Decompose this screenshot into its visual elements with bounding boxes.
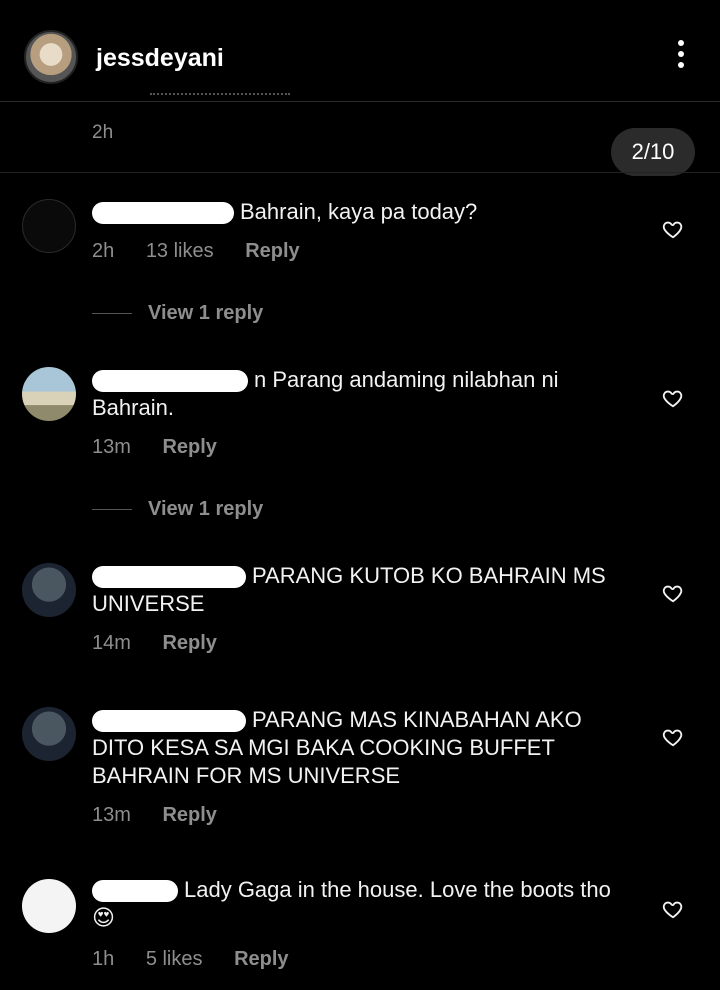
post-header: jessdeyani — [0, 0, 720, 102]
reply-button[interactable]: Reply — [162, 436, 216, 458]
commenter-avatar[interactable] — [22, 199, 76, 253]
comment-meta: 1h 5 likes Reply — [92, 948, 315, 971]
comment-meta: 14m Reply — [92, 632, 243, 655]
comment-text: Bahrain, kaya pa today? — [92, 198, 612, 226]
comment-text: PARANG MAS KINABAHAN AKO DITO KESA SA MG… — [92, 707, 582, 788]
comment-time: 13m — [92, 804, 131, 826]
heart-icon[interactable] — [662, 582, 684, 604]
comment-text: PARANG KUTOB KO BAHRAIN MS UNIVERSE — [92, 563, 606, 616]
heart-icon[interactable] — [662, 218, 684, 240]
redacted-username — [92, 202, 234, 225]
comment-likes[interactable]: 5 likes — [146, 948, 203, 970]
comment-time: 1h — [92, 948, 115, 970]
previous-comment-time: 2h — [92, 122, 114, 143]
heart-icon[interactable] — [662, 726, 684, 748]
comment-meta: 13m Reply — [92, 804, 243, 827]
comment-meta: 13m Reply — [92, 436, 243, 459]
previous-comment-fragment — [150, 93, 290, 97]
username[interactable]: jessdeyani — [96, 44, 224, 73]
reply-button[interactable]: Reply — [162, 804, 216, 826]
comment-time: 14m — [92, 632, 131, 654]
redacted-username — [92, 370, 248, 393]
view-replies-button[interactable]: View 1 reply — [92, 302, 263, 325]
profile-avatar[interactable] — [24, 30, 78, 84]
comment-likes[interactable]: 13 likes — [146, 240, 214, 262]
reply-button[interactable]: Reply — [162, 632, 216, 654]
redacted-username — [92, 566, 246, 589]
page-indicator-badge: 2/10 — [611, 128, 695, 176]
commenter-avatar[interactable] — [22, 563, 76, 617]
reply-button[interactable]: Reply — [234, 948, 288, 970]
comment-meta: 2h 13 likes Reply — [92, 240, 326, 263]
view-replies-button[interactable]: View 1 reply — [92, 498, 263, 521]
commenter-avatar[interactable] — [22, 879, 76, 933]
divider — [0, 172, 720, 173]
heart-icon[interactable] — [662, 898, 684, 920]
reply-button[interactable]: Reply — [245, 240, 299, 262]
commenter-avatar[interactable] — [22, 707, 76, 761]
commenter-avatar[interactable] — [22, 367, 76, 421]
heart-icon[interactable] — [662, 387, 684, 409]
more-options-icon[interactable] — [664, 40, 698, 76]
redacted-username — [92, 710, 246, 733]
comment-time: 2h — [92, 240, 115, 262]
comment-text: Lady Gaga in the house. Love the boots t… — [92, 877, 611, 930]
redacted-username — [92, 880, 178, 903]
comment-time: 13m — [92, 436, 131, 458]
comment-text: n Parang andaming nilabhan ni Bahrain. — [92, 367, 559, 420]
